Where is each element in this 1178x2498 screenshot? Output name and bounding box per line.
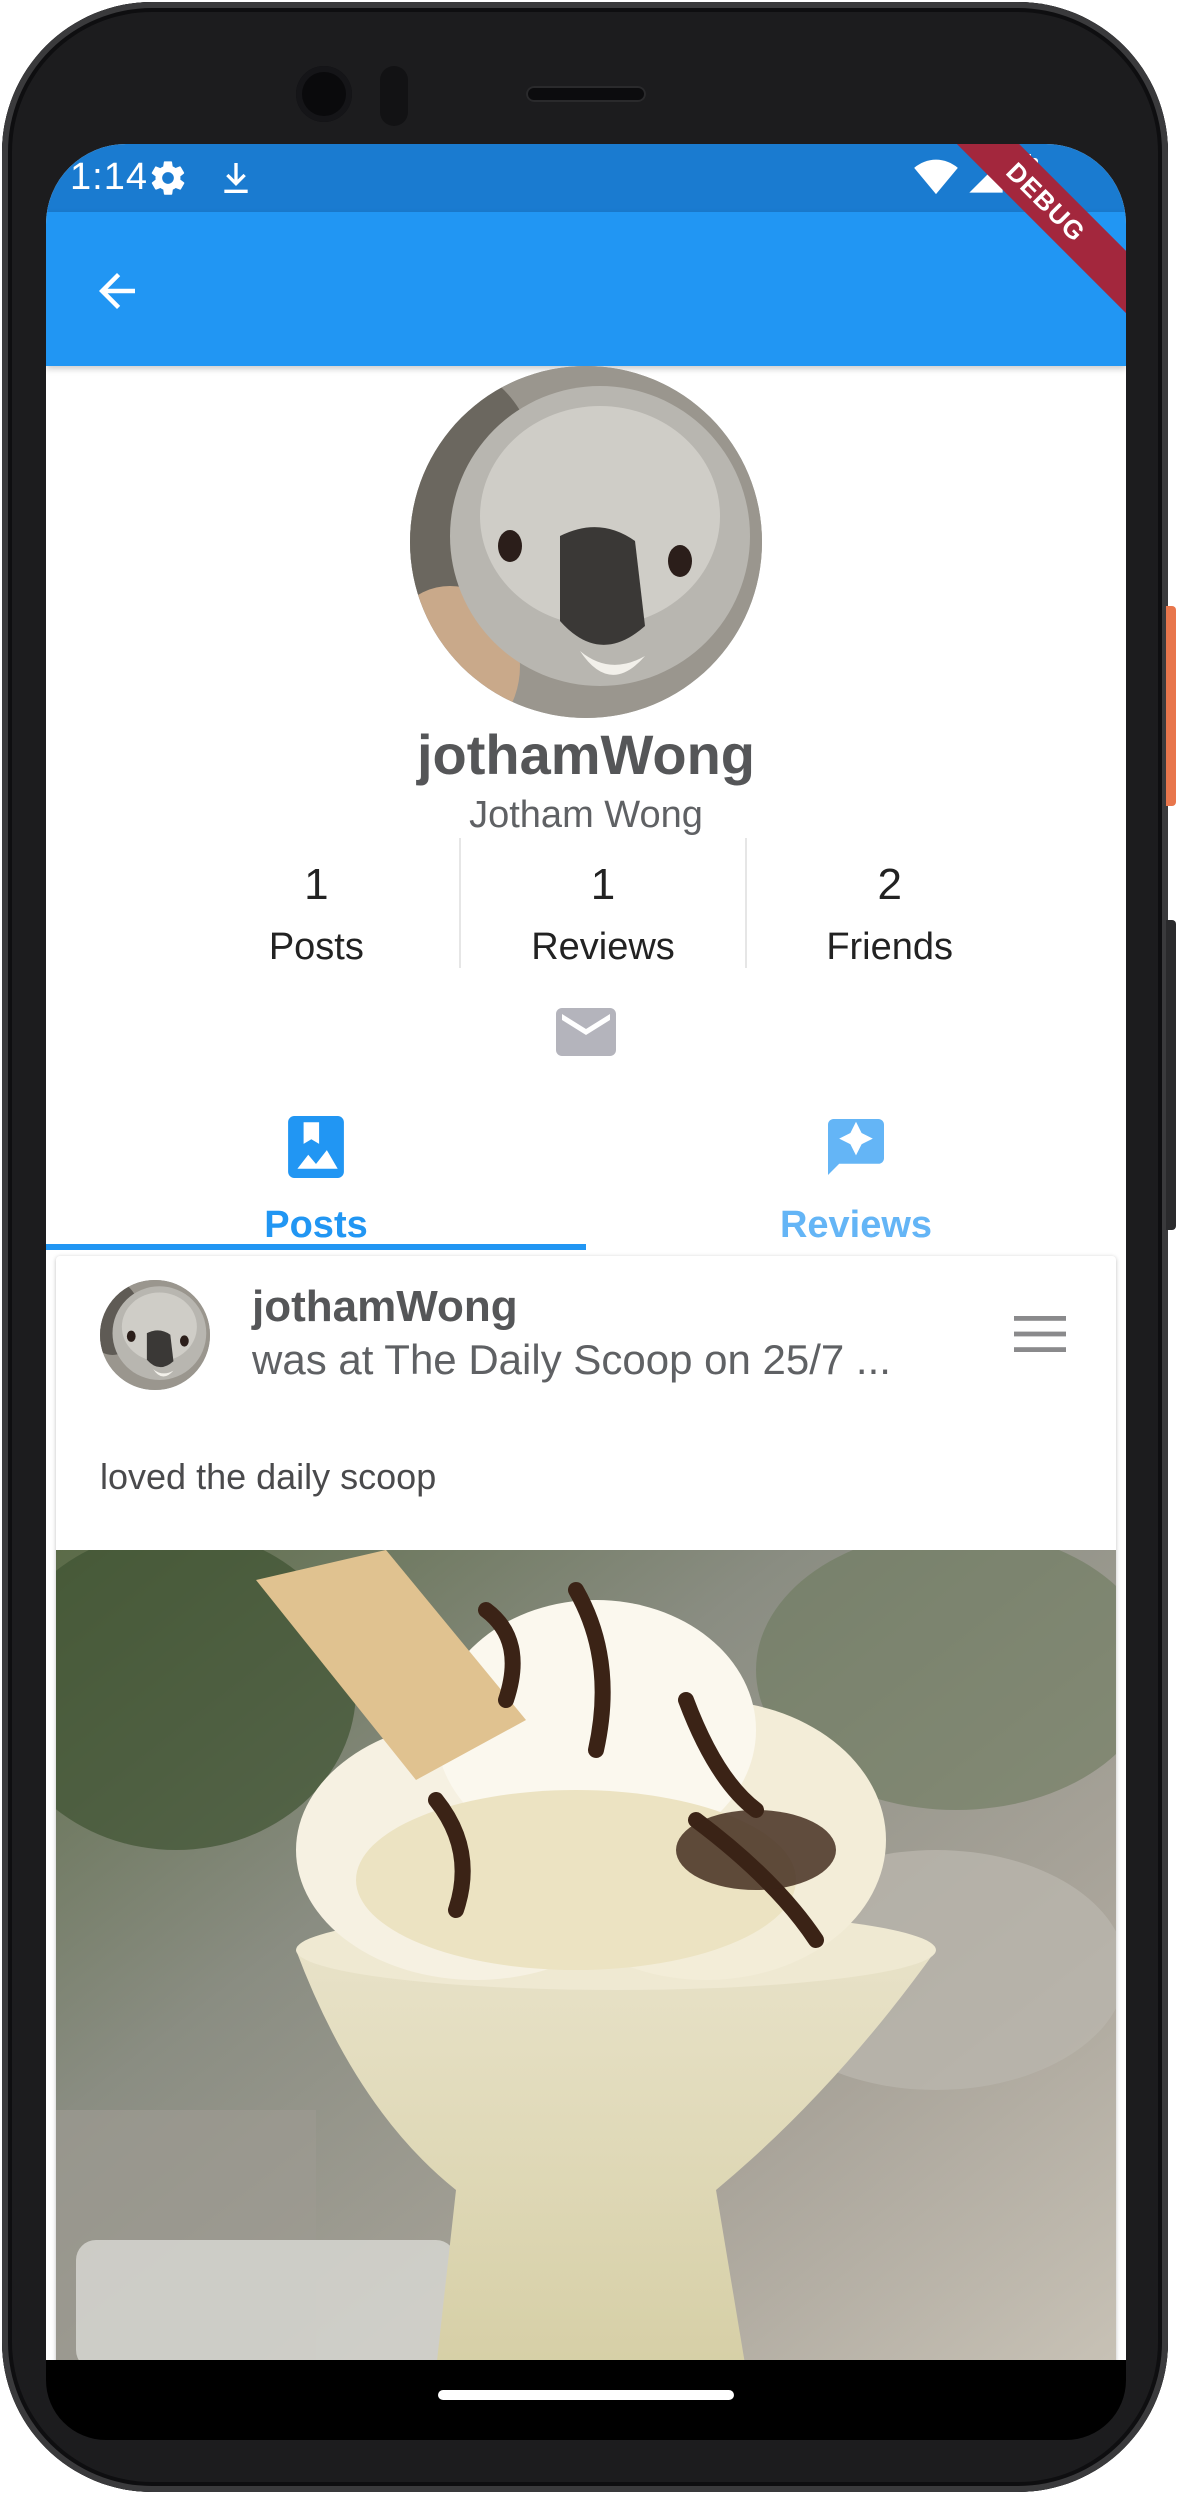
- home-indicator[interactable]: [438, 2390, 734, 2400]
- profile-tabs: Posts Reviews: [46, 1084, 1126, 1250]
- tab-posts[interactable]: Posts: [46, 1084, 586, 1250]
- stat-posts-label: Posts: [268, 926, 364, 968]
- stat-reviews[interactable]: 1 Reviews: [458, 838, 746, 968]
- proximity-sensor: [380, 66, 408, 126]
- post-avatar[interactable]: [100, 1280, 210, 1390]
- mail-icon[interactable]: [556, 1008, 616, 1056]
- power-button: [1166, 606, 1176, 806]
- profile-username: jothamWong: [416, 723, 756, 786]
- screen: 1:14 DEBUG jothamWong Jotham Wong 1 Post…: [46, 144, 1126, 2360]
- koala-photo: [100, 1280, 210, 1390]
- stat-reviews-label: Reviews: [531, 926, 675, 968]
- arrow-back-icon[interactable]: [90, 264, 144, 318]
- earpiece-speaker: [526, 86, 646, 102]
- profile-stats: 1 Posts 1 Reviews 2 Friends: [174, 838, 1032, 968]
- tab-reviews[interactable]: Reviews: [586, 1084, 1126, 1248]
- status-time: 1:14: [70, 156, 148, 198]
- post-caption: loved the daily scoop: [100, 1456, 437, 1497]
- stat-posts-value: 1: [304, 860, 329, 909]
- photo-bookmark-icon: [288, 1116, 344, 1178]
- post-photo[interactable]: [56, 1550, 1116, 2360]
- settings-icon: [151, 161, 185, 195]
- tab-posts-label: Posts: [264, 1204, 368, 1246]
- app-bar: [46, 212, 1126, 366]
- profile-full-name: Jotham Wong: [469, 794, 703, 836]
- volume-button: [1166, 920, 1176, 1230]
- status-bar: 1:14: [46, 144, 1126, 212]
- rate-review-icon: [828, 1119, 884, 1175]
- download-icon: [224, 163, 248, 193]
- front-camera: [296, 66, 352, 122]
- wifi-icon: [914, 159, 958, 195]
- post-location: was at The Daily Scoop on 25/7 ...: [252, 1336, 891, 1383]
- menu-icon[interactable]: [1014, 1314, 1066, 1354]
- profile-avatar: [410, 366, 762, 718]
- stat-friends[interactable]: 2 Friends: [745, 838, 1032, 968]
- post-username[interactable]: jothamWong: [252, 1282, 518, 1332]
- koala-photo: [410, 366, 762, 718]
- stat-friends-label: Friends: [826, 926, 954, 968]
- post-card[interactable]: jothamWong was at The Daily Scoop on 25/…: [56, 1256, 1116, 2360]
- tab-reviews-label: Reviews: [779, 1204, 933, 1246]
- tab-indicator: [46, 1244, 586, 1250]
- stat-friends-value: 2: [877, 860, 902, 909]
- navigation-bar: [46, 2360, 1126, 2440]
- stat-posts[interactable]: 1 Posts: [174, 838, 459, 968]
- stat-reviews-value: 1: [590, 860, 616, 909]
